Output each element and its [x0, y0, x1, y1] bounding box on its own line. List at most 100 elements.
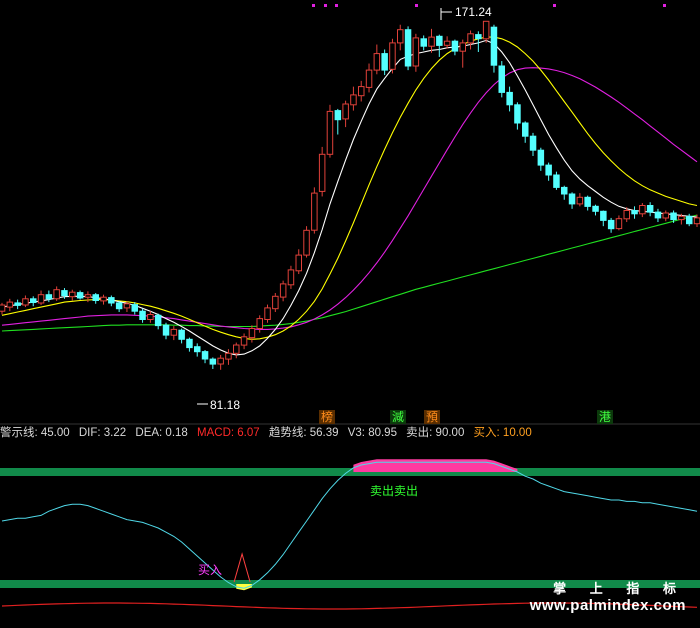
candle-body — [389, 42, 396, 70]
candle-body — [194, 346, 201, 353]
high-price-label: 171.24 — [455, 5, 492, 19]
candle — [350, 86, 357, 111]
candle — [30, 296, 37, 307]
candle — [287, 265, 295, 289]
candle-body — [209, 358, 217, 365]
candle-body — [662, 212, 669, 219]
candle-body — [365, 69, 373, 88]
candle-body — [584, 196, 591, 207]
moving-average-lines — [1, 36, 698, 356]
candle-body — [436, 35, 443, 46]
candle — [139, 308, 146, 323]
buy-level-value: 买入: 10.00 — [473, 427, 532, 439]
marker-dot — [312, 4, 315, 7]
indicator-values-bar: 警示线: 45.00 DIF: 3.22 DEA: 0.18 MACD: 6.0… — [0, 424, 700, 442]
candle-body — [170, 328, 178, 336]
candle-body — [670, 212, 677, 221]
candle — [225, 349, 232, 365]
candle-body — [623, 210, 630, 220]
candle — [342, 100, 349, 128]
candle — [522, 121, 529, 143]
event-tag-jian[interactable]: 減 — [389, 410, 407, 424]
candle-body — [61, 290, 68, 297]
candle — [600, 210, 607, 227]
candle — [592, 204, 599, 216]
candle-body — [279, 283, 287, 298]
candle — [170, 326, 178, 341]
candle-body — [607, 219, 615, 230]
candle — [272, 293, 279, 313]
candle — [318, 146, 326, 197]
candle-body — [30, 298, 37, 303]
candle — [201, 349, 209, 364]
candle — [233, 342, 240, 359]
candle — [467, 30, 474, 50]
candle-body — [295, 254, 302, 272]
candle — [459, 39, 466, 68]
candle — [490, 24, 498, 73]
candle — [553, 171, 560, 190]
candle-body — [451, 40, 459, 52]
candle-body — [162, 324, 170, 336]
candle — [69, 289, 76, 301]
sell-zone-band — [0, 468, 700, 476]
event-tag-text: 榜 — [319, 410, 336, 424]
ma-magenta-line — [1, 67, 698, 330]
candle — [436, 34, 443, 57]
candle — [334, 108, 342, 135]
candle — [53, 286, 60, 301]
candle-body — [537, 149, 545, 166]
candle-body — [84, 294, 92, 298]
candle — [365, 63, 373, 93]
stock-chart-window: 171.24 81.18 榜 減 預 港 警示线: 45.00 DIF: 3.2… — [0, 0, 700, 628]
marker-dot — [553, 4, 556, 7]
candle — [100, 294, 107, 305]
event-tag-yu[interactable]: 預 — [423, 410, 441, 424]
warning-line-value: 警示线: 45.00 — [0, 427, 70, 439]
candle-body — [37, 294, 45, 304]
candle — [498, 61, 505, 98]
trend-line-value: 趋势线: 56.39 — [268, 427, 339, 439]
candle-body — [631, 210, 638, 215]
candle-body — [22, 298, 29, 306]
candle-body — [358, 86, 365, 97]
marker-dot — [324, 4, 327, 7]
candle — [412, 33, 420, 72]
candle — [147, 311, 154, 323]
candle — [358, 80, 365, 102]
candle-body — [14, 302, 21, 306]
chart-canvas[interactable]: 171.24 81.18 — [0, 0, 700, 628]
candle-body — [529, 135, 537, 151]
candle — [607, 217, 615, 233]
event-tag-bang[interactable]: 榜 — [318, 410, 336, 424]
low-price-label: 81.18 — [210, 398, 240, 412]
candle — [279, 280, 287, 302]
candle-body — [248, 328, 256, 339]
candle-body — [639, 205, 646, 215]
candle — [248, 325, 256, 343]
low-price-marker: 81.18 — [197, 398, 240, 412]
high-price-marker: 171.24 — [440, 5, 492, 20]
candle — [6, 298, 14, 312]
candle-body — [225, 352, 232, 360]
candle-body — [256, 318, 263, 330]
candle — [186, 337, 193, 352]
candle — [311, 187, 318, 234]
event-tag-gang[interactable]: 港 — [596, 410, 614, 424]
candle — [545, 162, 552, 181]
candle — [654, 208, 662, 223]
candle — [389, 38, 396, 74]
candle — [326, 104, 334, 158]
candle — [108, 295, 115, 307]
candle-body — [201, 351, 209, 360]
v3-value: V3: 80.95 — [347, 427, 397, 439]
candle — [22, 295, 29, 308]
candle-body — [53, 289, 60, 300]
candle — [662, 210, 669, 222]
candle-body — [76, 292, 84, 299]
candle — [194, 343, 201, 357]
candle-body — [326, 110, 334, 155]
candle — [92, 293, 99, 304]
candle — [428, 28, 435, 53]
marker-dot — [415, 4, 418, 7]
